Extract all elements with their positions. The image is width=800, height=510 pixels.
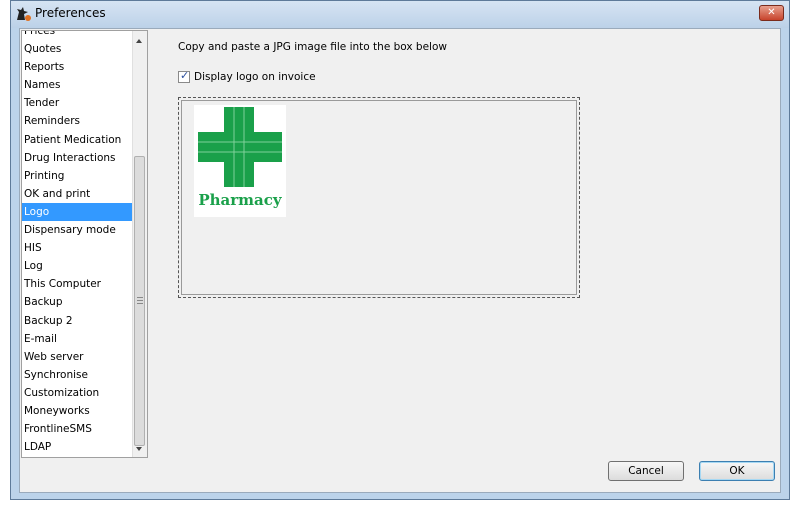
- sidebar-item-drug-interactions[interactable]: Drug Interactions: [22, 149, 136, 167]
- sidebar-item-reports[interactable]: Reports: [22, 58, 136, 76]
- sidebar-item-this-computer[interactable]: This Computer: [22, 275, 136, 293]
- scroll-grip-icon: [137, 297, 143, 298]
- sidebar-item-his[interactable]: HIS: [22, 239, 136, 257]
- category-list: Prices Quotes Reports Names Tender Reminders P…: [22, 31, 136, 456]
- sidebar-item-customization[interactable]: Customization: [22, 384, 136, 402]
- display-logo-label: Display logo on invoice: [194, 71, 316, 83]
- preferences-category-list[interactable]: Prices Quotes Reports Names Tender Reminders P…: [21, 30, 148, 458]
- pharmacy-logo-text: Pharmacy: [198, 191, 282, 209]
- sidebar-item-backup[interactable]: Backup: [22, 293, 136, 311]
- sidebar-item-logo[interactable]: Logo: [22, 202, 136, 222]
- sidebar-item-patient-medication[interactable]: Patient Medication: [22, 131, 136, 149]
- close-button[interactable]: ✕: [759, 5, 784, 21]
- sidebar-item-log[interactable]: Log: [22, 257, 136, 275]
- sidebar-item-web-server[interactable]: Web server: [22, 348, 136, 366]
- sidebar-item-quotes[interactable]: Quotes: [22, 40, 136, 58]
- scroll-grip-icon: [137, 300, 143, 301]
- logo-image-box[interactable]: Pharmacy: [178, 97, 580, 298]
- app-icon: [17, 7, 31, 21]
- dialog-body: Prices Quotes Reports Names Tender Reminders P…: [19, 28, 781, 493]
- scroll-up-arrow-icon[interactable]: [136, 39, 142, 43]
- sidebar-item-e-mail[interactable]: E-mail: [22, 330, 136, 348]
- cancel-button[interactable]: Cancel: [608, 461, 684, 481]
- close-icon: ✕: [767, 7, 776, 18]
- scroll-grip-icon: [137, 303, 143, 304]
- logo-instructions: Copy and paste a JPG image file into the…: [178, 41, 447, 53]
- sidebar-item-synchronise[interactable]: Synchronise: [22, 366, 136, 384]
- pharmacy-logo: Pharmacy: [194, 105, 286, 217]
- sidebar-item-moneyworks[interactable]: Moneyworks: [22, 402, 136, 420]
- preferences-window: Preferences ✕ Prices Quotes Reports Names Te…: [10, 0, 790, 500]
- pharmacy-cross-icon: [198, 107, 282, 187]
- sidebar-item-dispensary-mode[interactable]: Dispensary mode: [22, 221, 136, 239]
- sidebar-item-backup-2[interactable]: Backup 2: [22, 312, 136, 330]
- sidebar-item-reminders[interactable]: Reminders: [22, 112, 136, 130]
- scroll-down-arrow-icon[interactable]: [136, 447, 142, 451]
- checkmark-icon: ✓: [180, 69, 190, 82]
- title-bar[interactable]: Preferences ✕: [11, 1, 789, 28]
- display-logo-checkbox[interactable]: ✓: [178, 69, 190, 83]
- sidebar-item-frontlinesms[interactable]: FrontlineSMS: [22, 420, 136, 438]
- window-title: Preferences: [35, 6, 106, 20]
- ok-button[interactable]: OK: [699, 461, 775, 481]
- sidebar-item-prices[interactable]: Prices: [22, 31, 136, 40]
- sidebar-item-tender[interactable]: Tender: [22, 94, 136, 112]
- sidebar-item-ok-and-print[interactable]: OK and print: [22, 185, 136, 203]
- logo-image-box-inner: Pharmacy: [181, 100, 577, 295]
- sidebar-scrollbar[interactable]: [132, 31, 147, 457]
- scroll-thumb[interactable]: [134, 156, 145, 446]
- sidebar-item-ldap[interactable]: LDAP: [22, 438, 136, 456]
- sidebar-item-printing[interactable]: Printing: [22, 167, 136, 185]
- sidebar-item-names[interactable]: Names: [22, 76, 136, 94]
